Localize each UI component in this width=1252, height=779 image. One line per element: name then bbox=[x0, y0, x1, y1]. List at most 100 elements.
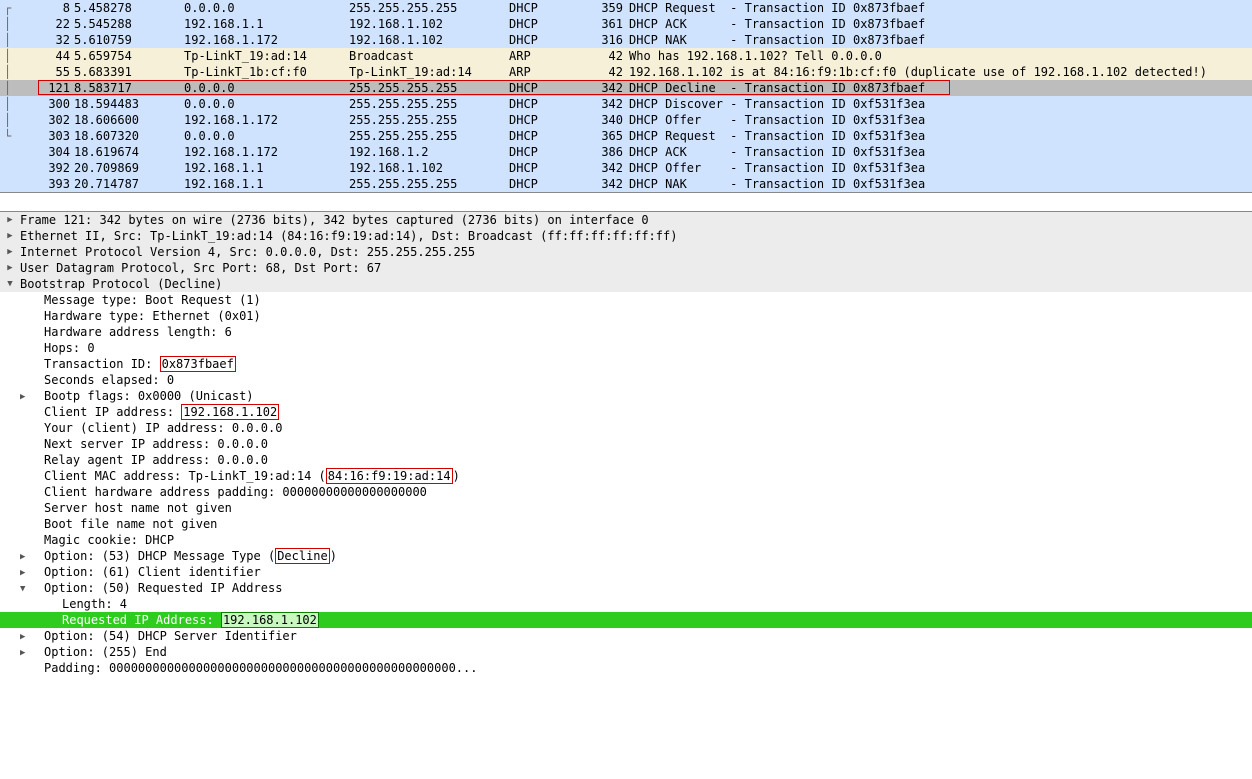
collapse-icon[interactable] bbox=[0, 276, 20, 292]
col-length: 342 bbox=[589, 176, 629, 192]
packet-row[interactable]: │225.545288192.168.1.1192.168.1.102DHCP3… bbox=[0, 16, 1252, 32]
packet-row[interactable]: └30318.6073200.0.0.0255.255.255.255DHCP3… bbox=[0, 128, 1252, 144]
col-protocol: DHCP bbox=[509, 80, 589, 96]
expand-icon[interactable] bbox=[0, 260, 20, 276]
col-protocol: DHCP bbox=[509, 96, 589, 112]
col-info: Who has 192.168.1.102? Tell 0.0.0.0 bbox=[629, 48, 1252, 64]
bootp-hops[interactable]: Hops: 0 bbox=[0, 340, 1252, 356]
col-info: DHCP Discover - Transaction ID 0xf531f3e… bbox=[629, 96, 1252, 112]
packet-row[interactable]: │555.683391Tp-LinkT_1b:cf:f0Tp-LinkT_19:… bbox=[0, 64, 1252, 80]
col-source: 0.0.0.0 bbox=[184, 0, 349, 16]
packet-row[interactable]: │30218.606600192.168.1.172255.255.255.25… bbox=[0, 112, 1252, 128]
col-source: 192.168.1.1 bbox=[184, 176, 349, 192]
bootp-padding[interactable]: Padding: 0000000000000000000000000000000… bbox=[0, 660, 1252, 676]
col-destination: Tp-LinkT_19:ad:14 bbox=[349, 64, 509, 80]
bootp-flags[interactable]: Bootp flags: 0x0000 (Unicast) bbox=[0, 388, 1252, 404]
col-time: 8.583717 bbox=[74, 80, 184, 96]
req-ip-label: Requested IP Address: bbox=[62, 613, 221, 627]
col-time: 5.610759 bbox=[74, 32, 184, 48]
detail-udp[interactable]: User Datagram Protocol, Src Port: 68, Ds… bbox=[0, 260, 1252, 276]
bootp-secs[interactable]: Seconds elapsed: 0 bbox=[0, 372, 1252, 388]
mac-label: Client MAC address: Tp-LinkT_19:ad:14 ( bbox=[44, 469, 326, 483]
bootp-cookie[interactable]: Magic cookie: DHCP bbox=[0, 532, 1252, 548]
col-info: DHCP Decline - Transaction ID 0x873fbaef bbox=[629, 80, 1252, 96]
bootp-transaction-id[interactable]: Transaction ID: 0x873fbaef bbox=[0, 356, 1252, 372]
expand-icon[interactable] bbox=[0, 228, 20, 244]
bootp-opt255[interactable]: Option: (255) End bbox=[0, 644, 1252, 660]
col-source: Tp-LinkT_19:ad:14 bbox=[184, 48, 349, 64]
col-info: DHCP Offer - Transaction ID 0xf531f3ea bbox=[629, 112, 1252, 128]
col-length: 361 bbox=[589, 16, 629, 32]
col-time: 5.458278 bbox=[74, 0, 184, 16]
col-source: 0.0.0.0 bbox=[184, 128, 349, 144]
bootp-opt50-reqip[interactable]: Requested IP Address: 192.168.1.102 bbox=[0, 612, 1252, 628]
packet-row[interactable]: 39220.709869192.168.1.1192.168.1.102DHCP… bbox=[0, 160, 1252, 176]
bootp-client-mac[interactable]: Client MAC address: Tp-LinkT_19:ad:14 (8… bbox=[0, 468, 1252, 484]
packet-row[interactable]: 30418.619674192.168.1.172192.168.1.2DHCP… bbox=[0, 144, 1252, 160]
col-number: 22 bbox=[24, 16, 74, 32]
col-info: DHCP ACK - Transaction ID 0xf531f3ea bbox=[629, 144, 1252, 160]
bootp-hwlen[interactable]: Hardware address length: 6 bbox=[0, 324, 1252, 340]
bootp-opt53[interactable]: Option: (53) DHCP Message Type (Decline) bbox=[0, 548, 1252, 564]
packet-list[interactable]: ┌85.4582780.0.0.0255.255.255.255DHCP359D… bbox=[0, 0, 1252, 193]
detail-ethernet[interactable]: Ethernet II, Src: Tp-LinkT_19:ad:14 (84:… bbox=[0, 228, 1252, 244]
bootp-bfile[interactable]: Boot file name not given bbox=[0, 516, 1252, 532]
col-number: 303 bbox=[24, 128, 74, 144]
bootp-opt61[interactable]: Option: (61) Client identifier bbox=[0, 564, 1252, 580]
tree-guide-icon: │ bbox=[4, 96, 24, 112]
detail-bootp[interactable]: Bootstrap Protocol (Decline) bbox=[0, 276, 1252, 292]
bootp-next-server-ip[interactable]: Next server IP address: 0.0.0.0 bbox=[0, 436, 1252, 452]
bootp-msgtype[interactable]: Message type: Boot Request (1) bbox=[0, 292, 1252, 308]
bootp-chpad[interactable]: Client hardware address padding: 0000000… bbox=[0, 484, 1252, 500]
col-destination: 192.168.1.102 bbox=[349, 16, 509, 32]
packet-row[interactable]: │1218.5837170.0.0.0255.255.255.255DHCP34… bbox=[0, 80, 1252, 96]
col-destination: 255.255.255.255 bbox=[349, 176, 509, 192]
detail-frame[interactable]: Frame 121: 342 bytes on wire (2736 bits)… bbox=[0, 212, 1252, 228]
bootp-hwtype[interactable]: Hardware type: Ethernet (0x01) bbox=[0, 308, 1252, 324]
col-length: 342 bbox=[589, 96, 629, 112]
col-length: 342 bbox=[589, 80, 629, 96]
bootp-opt54[interactable]: Option: (54) DHCP Server Identifier bbox=[0, 628, 1252, 644]
col-source: 0.0.0.0 bbox=[184, 80, 349, 96]
expand-icon[interactable] bbox=[20, 387, 44, 405]
bootp-opt50[interactable]: Option: (50) Requested IP Address bbox=[0, 580, 1252, 596]
col-number: 32 bbox=[24, 32, 74, 48]
bootp-opt50-len[interactable]: Length: 4 bbox=[0, 596, 1252, 612]
col-number: 8 bbox=[24, 0, 74, 16]
col-time: 5.659754 bbox=[74, 48, 184, 64]
col-time: 18.607320 bbox=[74, 128, 184, 144]
col-length: 359 bbox=[589, 0, 629, 16]
col-number: 302 bbox=[24, 112, 74, 128]
packet-detail[interactable]: Frame 121: 342 bytes on wire (2736 bits)… bbox=[0, 211, 1252, 676]
detail-ipv4[interactable]: Internet Protocol Version 4, Src: 0.0.0.… bbox=[0, 244, 1252, 260]
col-destination: 255.255.255.255 bbox=[349, 128, 509, 144]
collapse-icon[interactable] bbox=[20, 579, 44, 597]
expand-icon[interactable] bbox=[0, 212, 20, 228]
col-number: 300 bbox=[24, 96, 74, 112]
packet-row[interactable]: 39320.714787192.168.1.1255.255.255.255DH… bbox=[0, 176, 1252, 192]
expand-icon[interactable] bbox=[20, 643, 44, 661]
packet-row[interactable]: │325.610759192.168.1.172192.168.1.102DHC… bbox=[0, 32, 1252, 48]
tree-guide-icon: │ bbox=[4, 80, 24, 96]
packet-row[interactable]: ┌85.4582780.0.0.0255.255.255.255DHCP359D… bbox=[0, 0, 1252, 16]
col-protocol: DHCP bbox=[509, 32, 589, 48]
col-info: DHCP Request - Transaction ID 0x873fbaef bbox=[629, 0, 1252, 16]
tree-guide-icon: ┌ bbox=[4, 0, 24, 16]
expand-icon[interactable] bbox=[0, 244, 20, 260]
packet-row[interactable]: │30018.5944830.0.0.0255.255.255.255DHCP3… bbox=[0, 96, 1252, 112]
col-protocol: DHCP bbox=[509, 16, 589, 32]
bootp-sname[interactable]: Server host name not given bbox=[0, 500, 1252, 516]
col-time: 18.606600 bbox=[74, 112, 184, 128]
col-destination: 192.168.1.2 bbox=[349, 144, 509, 160]
col-info: DHCP NAK - Transaction ID 0x873fbaef bbox=[629, 32, 1252, 48]
col-number: 304 bbox=[24, 144, 74, 160]
col-destination: Broadcast bbox=[349, 48, 509, 64]
packet-row[interactable]: │445.659754Tp-LinkT_19:ad:14BroadcastARP… bbox=[0, 48, 1252, 64]
bootp-your-ip[interactable]: Your (client) IP address: 0.0.0.0 bbox=[0, 420, 1252, 436]
bootp-relay-ip[interactable]: Relay agent IP address: 0.0.0.0 bbox=[0, 452, 1252, 468]
bootp-client-ip[interactable]: Client IP address: 192.168.1.102 bbox=[0, 404, 1252, 420]
detail-ip-text: Internet Protocol Version 4, Src: 0.0.0.… bbox=[20, 244, 1252, 260]
col-destination: 255.255.255.255 bbox=[349, 0, 509, 16]
req-ip-value: 192.168.1.102 bbox=[221, 612, 319, 628]
col-protocol: DHCP bbox=[509, 112, 589, 128]
